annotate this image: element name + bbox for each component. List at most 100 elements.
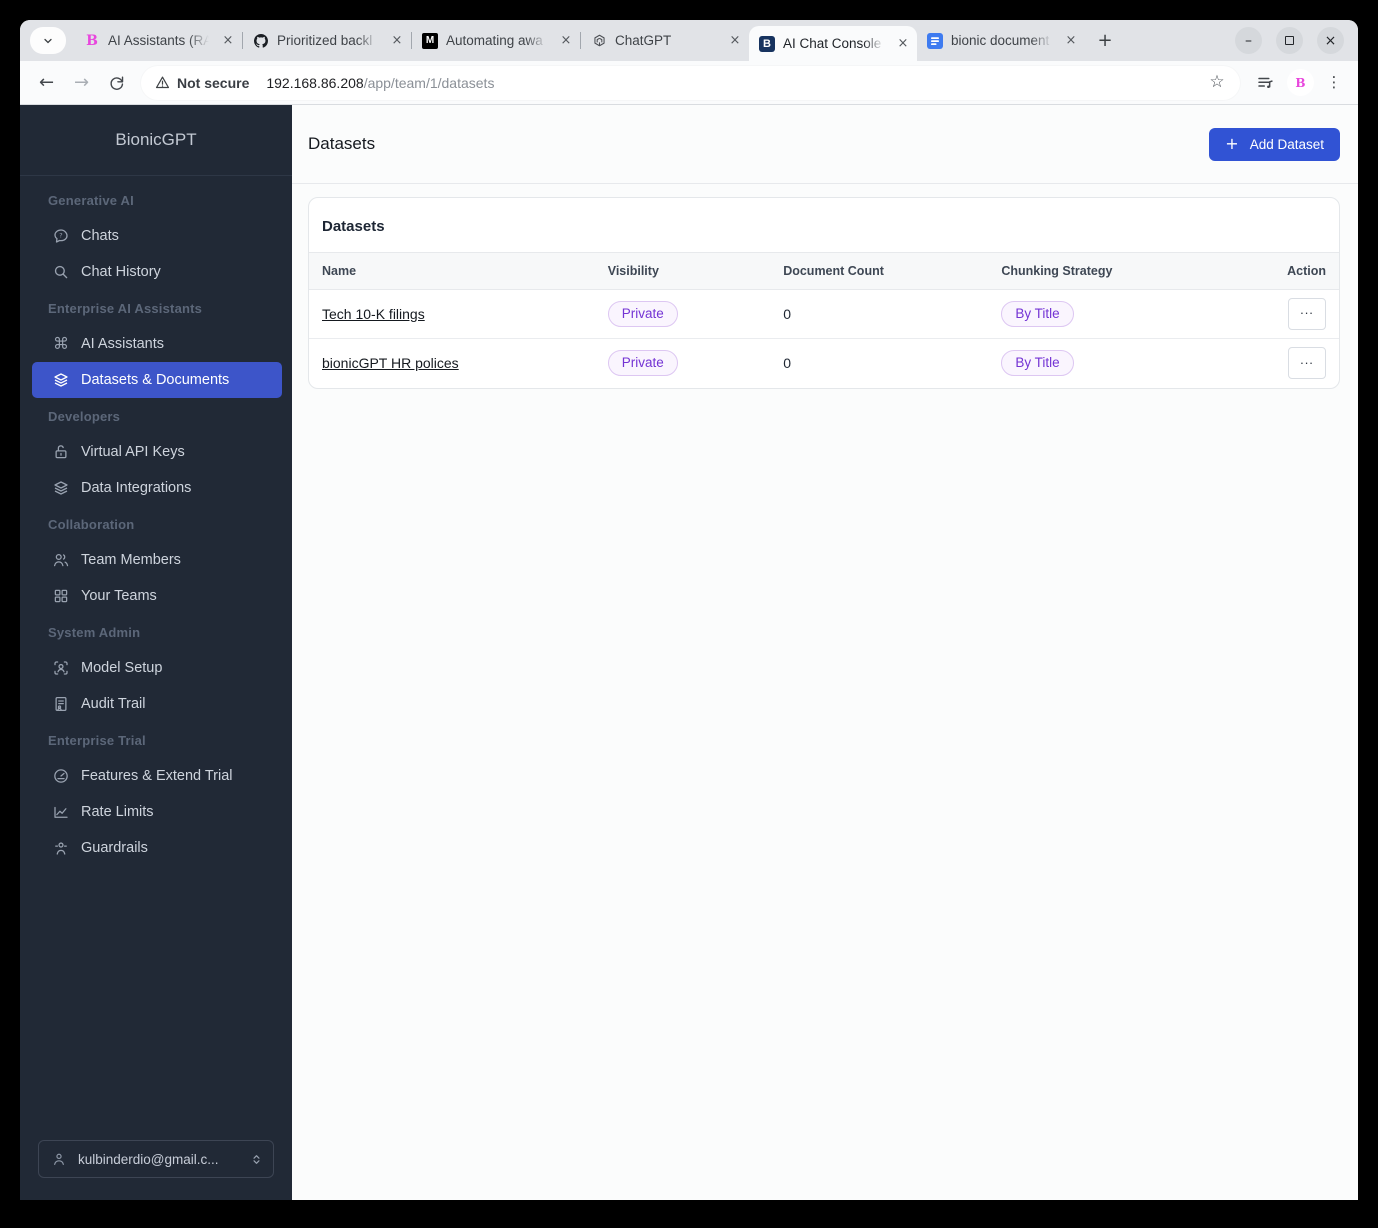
- section-generative-ai: Generative AI: [48, 192, 134, 208]
- sidebar-item-label: Chats: [81, 228, 119, 244]
- user-account-select[interactable]: kulbinderdio@gmail.c...: [38, 1140, 274, 1178]
- maximize-button[interactable]: [1276, 27, 1303, 54]
- layers-icon: [52, 479, 70, 497]
- sidebar-item-label: Virtual API Keys: [81, 444, 185, 460]
- address-bar[interactable]: Not secure 192.168.86.208/app/team/1/dat…: [141, 65, 1240, 100]
- close-icon[interactable]: ×: [726, 32, 744, 50]
- chart-icon: [52, 803, 70, 821]
- close-icon[interactable]: ×: [1062, 32, 1080, 50]
- browser-menu-button[interactable]: ⋮: [1320, 69, 1348, 97]
- column-header-visibility: Visibility: [594, 252, 771, 290]
- scan-user-icon: [52, 659, 70, 677]
- sidebar-item-audit-trail[interactable]: Audit Trail: [32, 686, 282, 722]
- sidebar-item-virtual-api-keys[interactable]: Virtual API Keys: [32, 434, 282, 470]
- layers-icon: [52, 371, 70, 389]
- close-icon[interactable]: ×: [557, 32, 575, 50]
- plus-icon: +: [1225, 134, 1239, 153]
- tab-chatgpt[interactable]: ChatGPT ×: [581, 20, 749, 61]
- reading-list-button[interactable]: [1248, 66, 1281, 99]
- close-icon[interactable]: ×: [219, 32, 237, 50]
- tab-search-button[interactable]: [30, 27, 66, 54]
- sidebar-item-label: Your Teams: [81, 588, 157, 604]
- tab-automating[interactable]: M Automating awa ×: [412, 20, 580, 61]
- close-window-button[interactable]: ×: [1317, 27, 1344, 54]
- add-dataset-button[interactable]: + Add Dataset: [1209, 127, 1340, 161]
- bionic-console-icon: B: [759, 35, 775, 52]
- sidebar-item-features-extend-trial[interactable]: Features & Extend Trial: [32, 758, 282, 794]
- page-title: Datasets: [308, 134, 376, 153]
- column-header-document-count: Document Count: [770, 252, 989, 290]
- minimize-button[interactable]: –: [1235, 27, 1262, 54]
- tab-ai-chat-console-active[interactable]: B AI Chat Console ×: [749, 26, 917, 61]
- chunking-strategy-badge: By Title: [1001, 301, 1074, 327]
- section-system-admin: System Admin: [48, 624, 141, 640]
- chevron-down-icon: [44, 38, 52, 43]
- url-host: 192.168.86.208: [266, 74, 364, 91]
- sidebar-item-data-integrations[interactable]: Data Integrations: [32, 470, 282, 506]
- media-queue-icon: [1257, 77, 1273, 88]
- document-count: 0: [783, 306, 791, 322]
- close-icon[interactable]: ×: [388, 32, 406, 50]
- tab-ai-assistants[interactable]: B AI Assistants (RA ×: [74, 20, 242, 61]
- section-collaboration: Collaboration: [48, 516, 135, 532]
- sidebar-item-guardrails[interactable]: Guardrails: [32, 830, 282, 866]
- section-developers: Developers: [48, 408, 121, 424]
- search-icon: [52, 263, 70, 281]
- security-label: Not secure: [177, 74, 250, 91]
- warning-icon: [155, 76, 170, 89]
- tab-prioritized-backlog[interactable]: Prioritized backl ×: [243, 20, 411, 61]
- sidebar-item-label: Chat History: [81, 264, 161, 280]
- dataset-link[interactable]: Tech 10-K filings: [322, 306, 425, 322]
- bookmark-star-button[interactable]: ☆: [1202, 68, 1232, 98]
- tab-bionic-document[interactable]: bionic document ×: [917, 20, 1085, 61]
- bionicgpt-b-icon: B: [86, 32, 98, 49]
- dataset-link[interactable]: bionicGPT HR polices: [322, 355, 459, 371]
- sidebar-item-datasets-documents[interactable]: Datasets & Documents: [32, 362, 282, 398]
- sidebar-item-your-teams[interactable]: Your Teams: [32, 578, 282, 614]
- document-user-icon: [52, 695, 70, 713]
- reload-button[interactable]: [100, 66, 133, 99]
- row-actions-button[interactable]: ...: [1288, 347, 1326, 380]
- forward-button[interactable]: →: [65, 66, 98, 99]
- sidebar-item-chats[interactable]: ? Chats: [32, 218, 282, 254]
- add-dataset-label: Add Dataset: [1249, 136, 1324, 152]
- back-button[interactable]: ←: [30, 66, 63, 99]
- datasets-table: Name Visibility Document Count Chunking …: [309, 252, 1339, 388]
- sidebar-item-model-setup[interactable]: Model Setup: [32, 650, 282, 686]
- sidebar-item-label: Model Setup: [81, 660, 163, 676]
- sidebar-item-chat-history[interactable]: Chat History: [32, 254, 282, 290]
- chunking-strategy-badge: By Title: [1001, 350, 1074, 377]
- sidebar-item-ai-assistants[interactable]: ⌘ AI Assistants: [32, 326, 282, 362]
- lock-open-icon: [52, 443, 70, 461]
- table-row: bionicGPT HR polices Private 0 By Title …: [309, 338, 1339, 388]
- main-panel: Datasets + Add Dataset Datasets Name Vis…: [292, 105, 1358, 1200]
- section-enterprise-ai: Enterprise AI Assistants: [48, 300, 203, 316]
- tab-title: Automating awa: [446, 33, 543, 48]
- window-controls: – ×: [1235, 27, 1352, 54]
- reload-icon: [110, 76, 124, 90]
- sidebar-item-rate-limits[interactable]: Rate Limits: [32, 794, 282, 830]
- guard-user-icon: [52, 839, 70, 857]
- new-tab-button[interactable]: +: [1091, 27, 1119, 55]
- column-header-chunking-strategy: Chunking Strategy: [988, 252, 1275, 290]
- chatgpt-icon: [591, 33, 607, 49]
- svg-text:?: ?: [59, 231, 62, 239]
- sidebar-item-team-members[interactable]: Team Members: [32, 542, 282, 578]
- chat-icon: ?: [52, 227, 70, 245]
- tab-title: AI Assistants (RA: [108, 33, 211, 48]
- row-actions-button[interactable]: ...: [1288, 298, 1326, 330]
- sidebar-nav: Generative AI ? Chats Chat History Enter…: [20, 176, 292, 866]
- document-icon: [927, 32, 943, 49]
- sidebar-item-label: Guardrails: [81, 840, 148, 856]
- section-enterprise-trial: Enterprise Trial: [48, 732, 146, 748]
- github-icon: [253, 33, 269, 49]
- app-body: BionicGPT Generative AI ? Chats Chat His…: [20, 105, 1358, 1200]
- close-icon[interactable]: ×: [894, 35, 912, 53]
- brand-title: BionicGPT: [20, 105, 292, 176]
- browser-window: B AI Assistants (RA × Prioritized backl …: [20, 20, 1358, 1200]
- tab-title: bionic document: [951, 33, 1050, 48]
- extension-bionic-icon[interactable]: B: [1287, 69, 1314, 96]
- column-header-name: Name: [309, 252, 595, 290]
- page-header: Datasets + Add Dataset: [292, 105, 1358, 184]
